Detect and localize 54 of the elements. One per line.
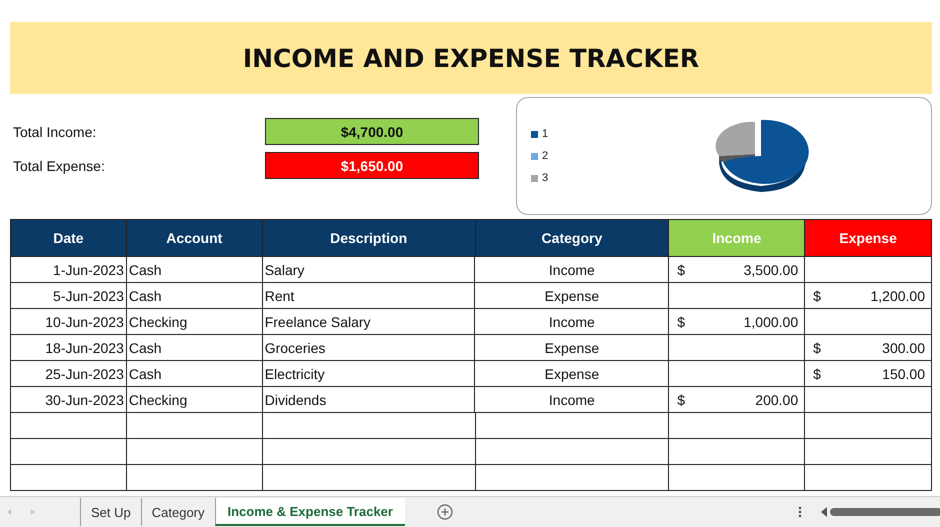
account-cell: Cash — [126, 335, 263, 361]
column-header: Date — [11, 219, 127, 257]
expense-amount: 1,200.00 — [870, 288, 925, 304]
category-cell: Income — [475, 387, 670, 413]
column-header: Category — [476, 219, 670, 257]
date-cell: 1-Jun-2023 — [11, 257, 127, 283]
currency-sign: $ — [677, 314, 686, 330]
legend-label: 3 — [542, 172, 548, 184]
category-cell: Income — [475, 309, 670, 335]
description-cell: Salary — [262, 257, 476, 283]
income-amount: 200.00 — [755, 392, 798, 408]
currency-sign: $ — [677, 392, 686, 408]
date-cell: 5-Jun-2023 — [11, 283, 127, 309]
income-amount: 1,000.00 — [744, 314, 798, 330]
expense-amount: 150.00 — [882, 366, 925, 382]
account-cell: Checking — [126, 309, 263, 335]
date-cell: 30-Jun-2023 — [11, 387, 127, 413]
add-sheet-icon[interactable] — [436, 504, 453, 520]
summary-value: $1,650.00 — [265, 152, 479, 179]
description-cell: Freelance Salary — [262, 309, 476, 335]
currency-sign: $ — [813, 366, 821, 382]
currency-sign: $ — [813, 340, 821, 356]
category-cell: Expense — [475, 361, 670, 387]
column-header: Income — [669, 219, 806, 257]
account-cell: Cash — [126, 257, 263, 283]
expense-amount: 300.00 — [882, 340, 925, 356]
date-cell: 10-Jun-2023 — [11, 309, 127, 335]
category-cell: Expense — [475, 335, 670, 361]
column-header: Expense — [805, 219, 932, 257]
summary-value: $4,700.00 — [265, 118, 479, 145]
account-cell: Checking — [126, 387, 263, 413]
currency-sign: $ — [813, 288, 821, 304]
date-cell: 25-Jun-2023 — [11, 361, 127, 387]
page-title: INCOME AND EXPENSE TRACKER — [242, 44, 700, 72]
legend-label: 1 — [542, 128, 548, 140]
account-cell: Cash — [126, 283, 263, 309]
column-header: Account — [126, 219, 263, 257]
sheet-tab[interactable]: Income & Expense Tracker — [214, 498, 405, 526]
description-cell: Electricity — [262, 361, 476, 387]
summary-label: Total Income: — [12, 124, 98, 140]
income-amount: 3,500.00 — [744, 262, 798, 278]
legend-label: 2 — [542, 150, 548, 162]
more-options-icon[interactable] — [798, 505, 802, 519]
description-cell: Groceries — [262, 335, 476, 361]
category-cell: Expense — [475, 283, 670, 309]
description-cell: Rent — [262, 283, 476, 309]
summary-label: Total Expense: — [12, 158, 106, 174]
column-header: Description — [262, 219, 476, 257]
currency-sign: $ — [677, 262, 686, 278]
horizontal-scrollbar[interactable] — [820, 506, 940, 518]
category-cell: Income — [475, 257, 670, 283]
date-cell: 18-Jun-2023 — [11, 335, 127, 361]
description-cell: Dividends — [262, 387, 476, 413]
account-cell: Cash — [126, 361, 263, 387]
